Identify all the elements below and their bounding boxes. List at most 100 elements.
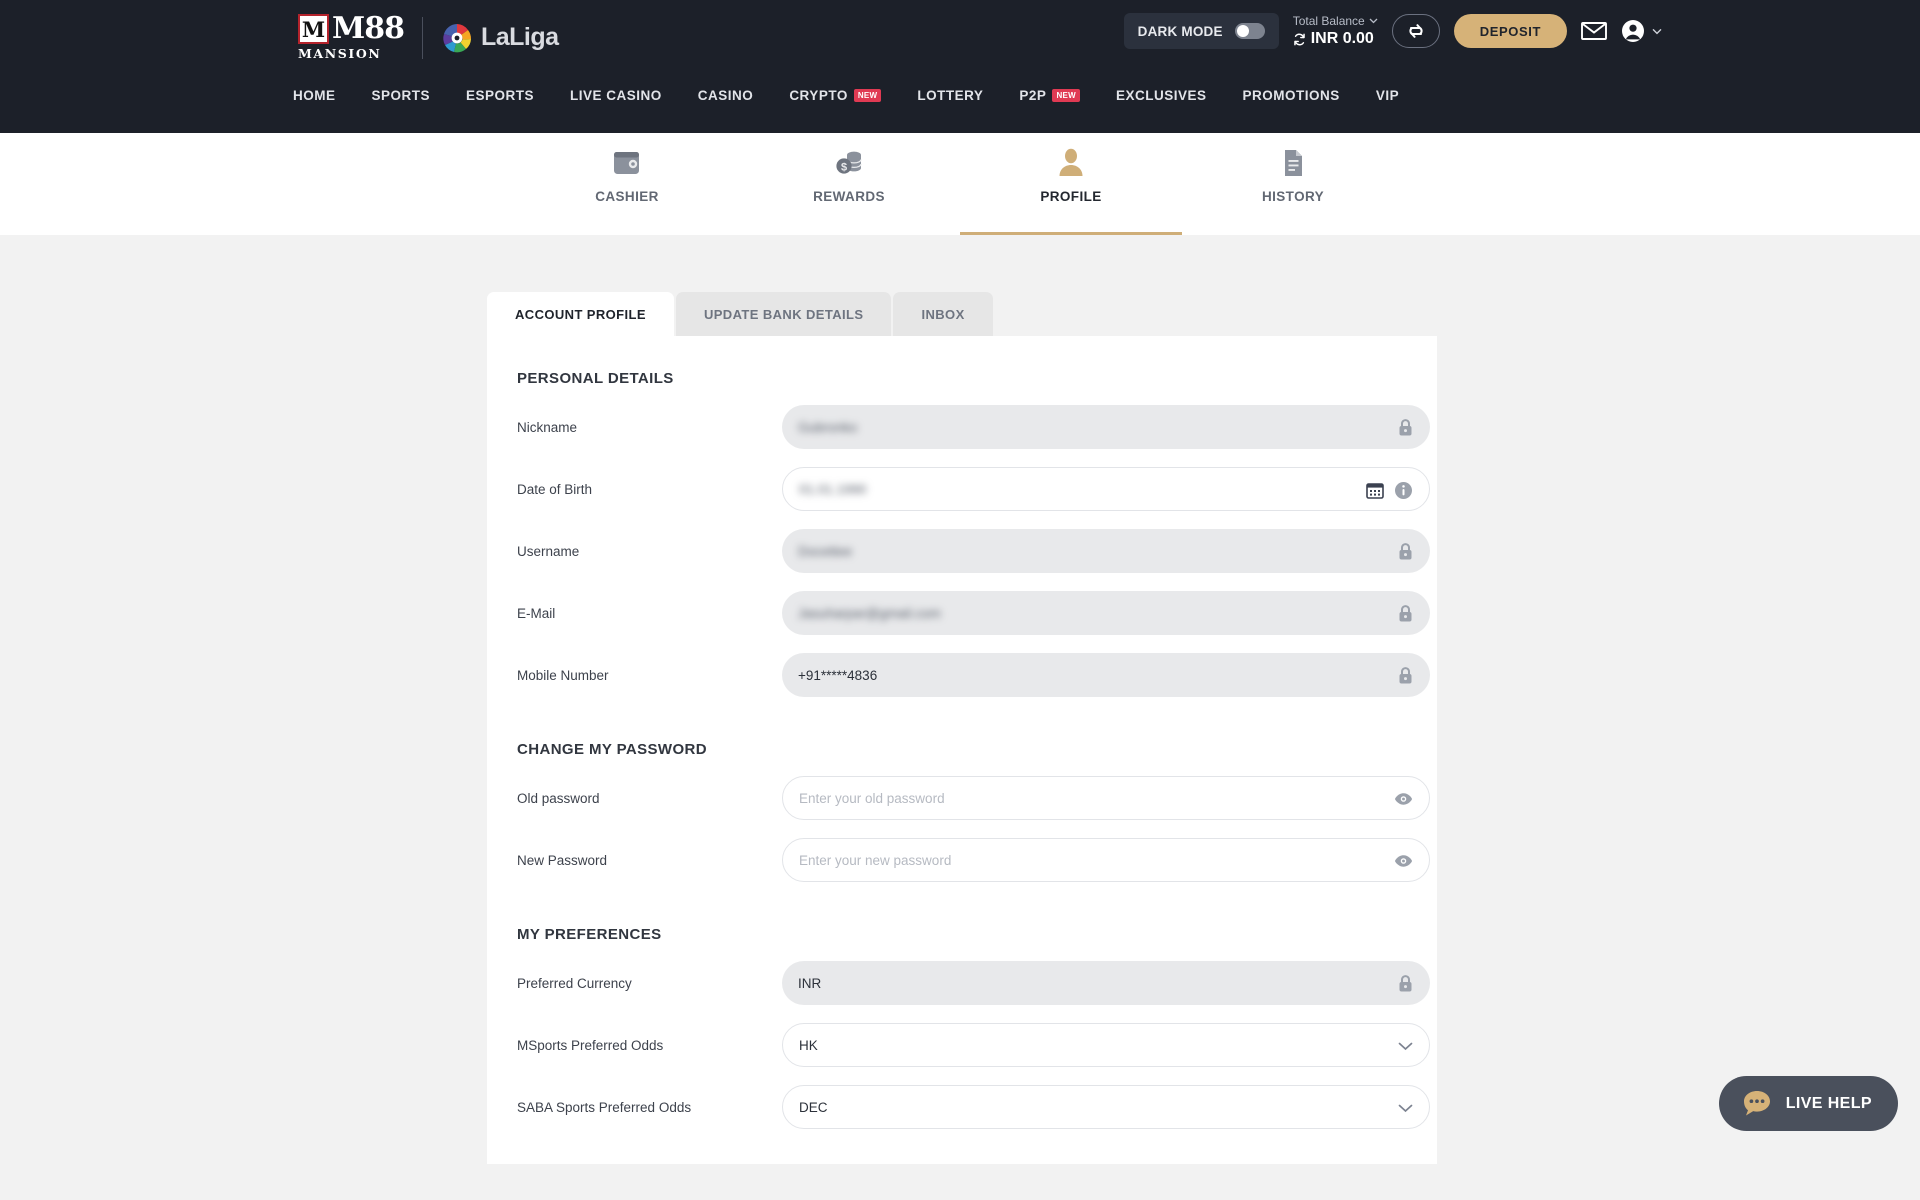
total-balance-label-row[interactable]: Total Balance — [1293, 14, 1378, 28]
new-password-input[interactable]: Enter your new password — [782, 838, 1430, 882]
nav-item-promotions[interactable]: PROMOTIONS — [1225, 82, 1358, 108]
date-of-birth-input[interactable]: 01.01.1990 — [782, 467, 1430, 511]
nav-item-home[interactable]: HOME — [293, 82, 354, 108]
mobile-number-value: +91*****4836 — [798, 667, 878, 683]
nav-label: HOME — [293, 87, 336, 103]
nav-label: P2P — [1019, 87, 1047, 103]
nav-item-casino[interactable]: CASINO — [680, 82, 772, 108]
preferences-heading: MY PREFERENCES — [517, 926, 662, 943]
old-password-placeholder: Enter your old password — [799, 790, 945, 806]
email-input: Jasuharpar@gmail.com — [782, 591, 1430, 635]
eye-icon[interactable] — [1394, 792, 1413, 806]
field-row-old-password: Old password Enter your old password — [487, 776, 1437, 820]
envelope-icon — [1581, 22, 1607, 40]
total-balance-widget[interactable]: Total Balance INR 0.00 — [1293, 14, 1378, 48]
field-row-mobile-number: Mobile Number +91*****4836 — [487, 653, 1437, 697]
dark-mode-toggle[interactable]: DARK MODE — [1123, 13, 1279, 49]
chevron-down-icon[interactable] — [1398, 1104, 1413, 1113]
msports-odds-select[interactable]: HK — [782, 1023, 1430, 1067]
nav-label: SPORTS — [371, 87, 431, 103]
new-password-label: New Password — [517, 852, 608, 868]
nav-item-live-casino[interactable]: LIVE CASINO — [552, 82, 680, 108]
mobile-number-input: +91*****4836 — [782, 653, 1430, 697]
laliga-mark-icon — [441, 22, 473, 54]
nav-item-p2p[interactable]: P2P NEW — [1001, 82, 1098, 108]
section-tab-label: PROFILE — [1040, 189, 1102, 204]
mobile-number-label: Mobile Number — [517, 667, 609, 683]
lock-icon — [1399, 666, 1412, 683]
mansion-wordmark: MANSION — [298, 46, 382, 61]
refresh-balance-button[interactable] — [1391, 14, 1440, 48]
main-navigation: HOME SPORTS ESPORTS LIVE CASINO CASINO C… — [0, 82, 1920, 108]
date-of-birth-field-icons — [1366, 468, 1413, 512]
refresh-icon[interactable] — [1293, 33, 1306, 46]
msports-odds-value: HK — [799, 1037, 818, 1053]
date-of-birth-value: 01.01.1990 — [799, 481, 867, 497]
eye-icon[interactable] — [1394, 854, 1413, 868]
chevron-down-icon — [1369, 18, 1378, 24]
live-help-widget[interactable]: LIVE HELP — [1718, 1076, 1898, 1131]
nickname-field-icons — [1397, 405, 1414, 449]
new-badge: NEW — [853, 88, 882, 102]
section-tab-history[interactable]: HISTORY — [1182, 133, 1404, 235]
nickname-label: Nickname — [517, 419, 578, 435]
personal-details-heading: PERSONAL DETAILS — [517, 370, 674, 387]
msports-odds-field-icons — [1398, 1024, 1413, 1068]
brand-logo-group[interactable]: M M88 MANSION LaLiga — [298, 14, 559, 61]
laliga-partner-logo[interactable]: LaLiga — [441, 22, 559, 54]
section-tab-cashier[interactable]: CASHIER — [516, 133, 738, 235]
field-row-date-of-birth: Date of Birth 01.01.1990 — [487, 467, 1437, 511]
calendar-icon[interactable] — [1366, 481, 1384, 499]
total-balance-label: Total Balance — [1292, 14, 1365, 28]
m88-badge-icon: M — [298, 14, 329, 44]
nav-label: ESPORTS — [466, 87, 535, 103]
section-tab-label: CASHIER — [595, 189, 659, 204]
saba-odds-label: SABA Sports Preferred Odds — [517, 1099, 692, 1115]
dark-mode-label: DARK MODE — [1137, 23, 1223, 39]
m88-wordmark: M88 — [332, 11, 405, 46]
field-row-new-password: New Password Enter your new password — [487, 838, 1437, 882]
account-profile-card: PERSONAL DETAILS Nickname Gubronko Date … — [487, 336, 1437, 1164]
nav-label: VIP — [1375, 87, 1400, 103]
section-tab-label: REWARDS — [813, 189, 885, 204]
sub-tab-account-profile[interactable]: ACCOUNT PROFILE — [487, 292, 674, 336]
dark-mode-switch[interactable] — [1234, 23, 1265, 39]
new-badge: NEW — [1052, 88, 1081, 102]
saba-odds-field-icons — [1398, 1086, 1413, 1130]
site-header: M M88 MANSION LaLiga DARK MODE Total Bal… — [0, 0, 1920, 169]
account-menu-button[interactable] — [1621, 19, 1662, 43]
logo-divider — [421, 16, 423, 59]
nav-label: PROMOTIONS — [1242, 87, 1340, 103]
nickname-input: Gubronko — [782, 405, 1430, 449]
nav-item-esports[interactable]: ESPORTS — [448, 82, 552, 108]
preferred-currency-value: INR — [798, 975, 822, 991]
nav-label: CASINO — [697, 87, 754, 103]
swap-arrows-icon — [1409, 24, 1423, 38]
page-content: ACCOUNT PROFILE UPDATE BANK DETAILS INBO… — [0, 235, 1920, 1164]
sub-tab-update-bank-details[interactable]: UPDATE BANK DETAILS — [675, 292, 892, 336]
nav-item-vip[interactable]: VIP — [1358, 82, 1417, 108]
nav-item-crypto[interactable]: CRYPTO NEW — [771, 82, 899, 108]
email-label: E-Mail — [517, 605, 556, 621]
section-tab-rewards[interactable]: $ REWARDS — [738, 133, 960, 235]
nav-item-sports[interactable]: SPORTS — [354, 82, 449, 108]
saba-odds-select[interactable]: DEC — [782, 1085, 1430, 1129]
messages-inbox-button[interactable] — [1581, 21, 1607, 41]
username-value: Docettee — [798, 543, 853, 559]
section-tab-label: HISTORY — [1261, 189, 1325, 204]
info-icon[interactable] — [1394, 481, 1413, 500]
section-tab-profile[interactable]: PROFILE — [960, 133, 1182, 235]
old-password-input[interactable]: Enter your old password — [782, 776, 1430, 820]
m88-mansion-logo[interactable]: M M88 MANSION — [298, 11, 405, 61]
sub-tab-inbox[interactable]: INBOX — [893, 292, 993, 336]
header-actions: DARK MODE Total Balance INR 0.00 DEPOSIT — [1123, 13, 1662, 49]
saba-odds-value: DEC — [799, 1099, 828, 1115]
field-row-msports-odds: MSports Preferred Odds HK — [487, 1023, 1437, 1067]
document-icon — [1285, 150, 1302, 176]
chevron-down-icon[interactable] — [1398, 1042, 1413, 1051]
nav-item-exclusives[interactable]: EXCLUSIVES — [1098, 82, 1225, 108]
nav-item-lottery[interactable]: LOTTERY — [899, 82, 1001, 108]
deposit-button[interactable]: DEPOSIT — [1453, 14, 1567, 48]
new-password-placeholder: Enter your new password — [799, 852, 952, 868]
